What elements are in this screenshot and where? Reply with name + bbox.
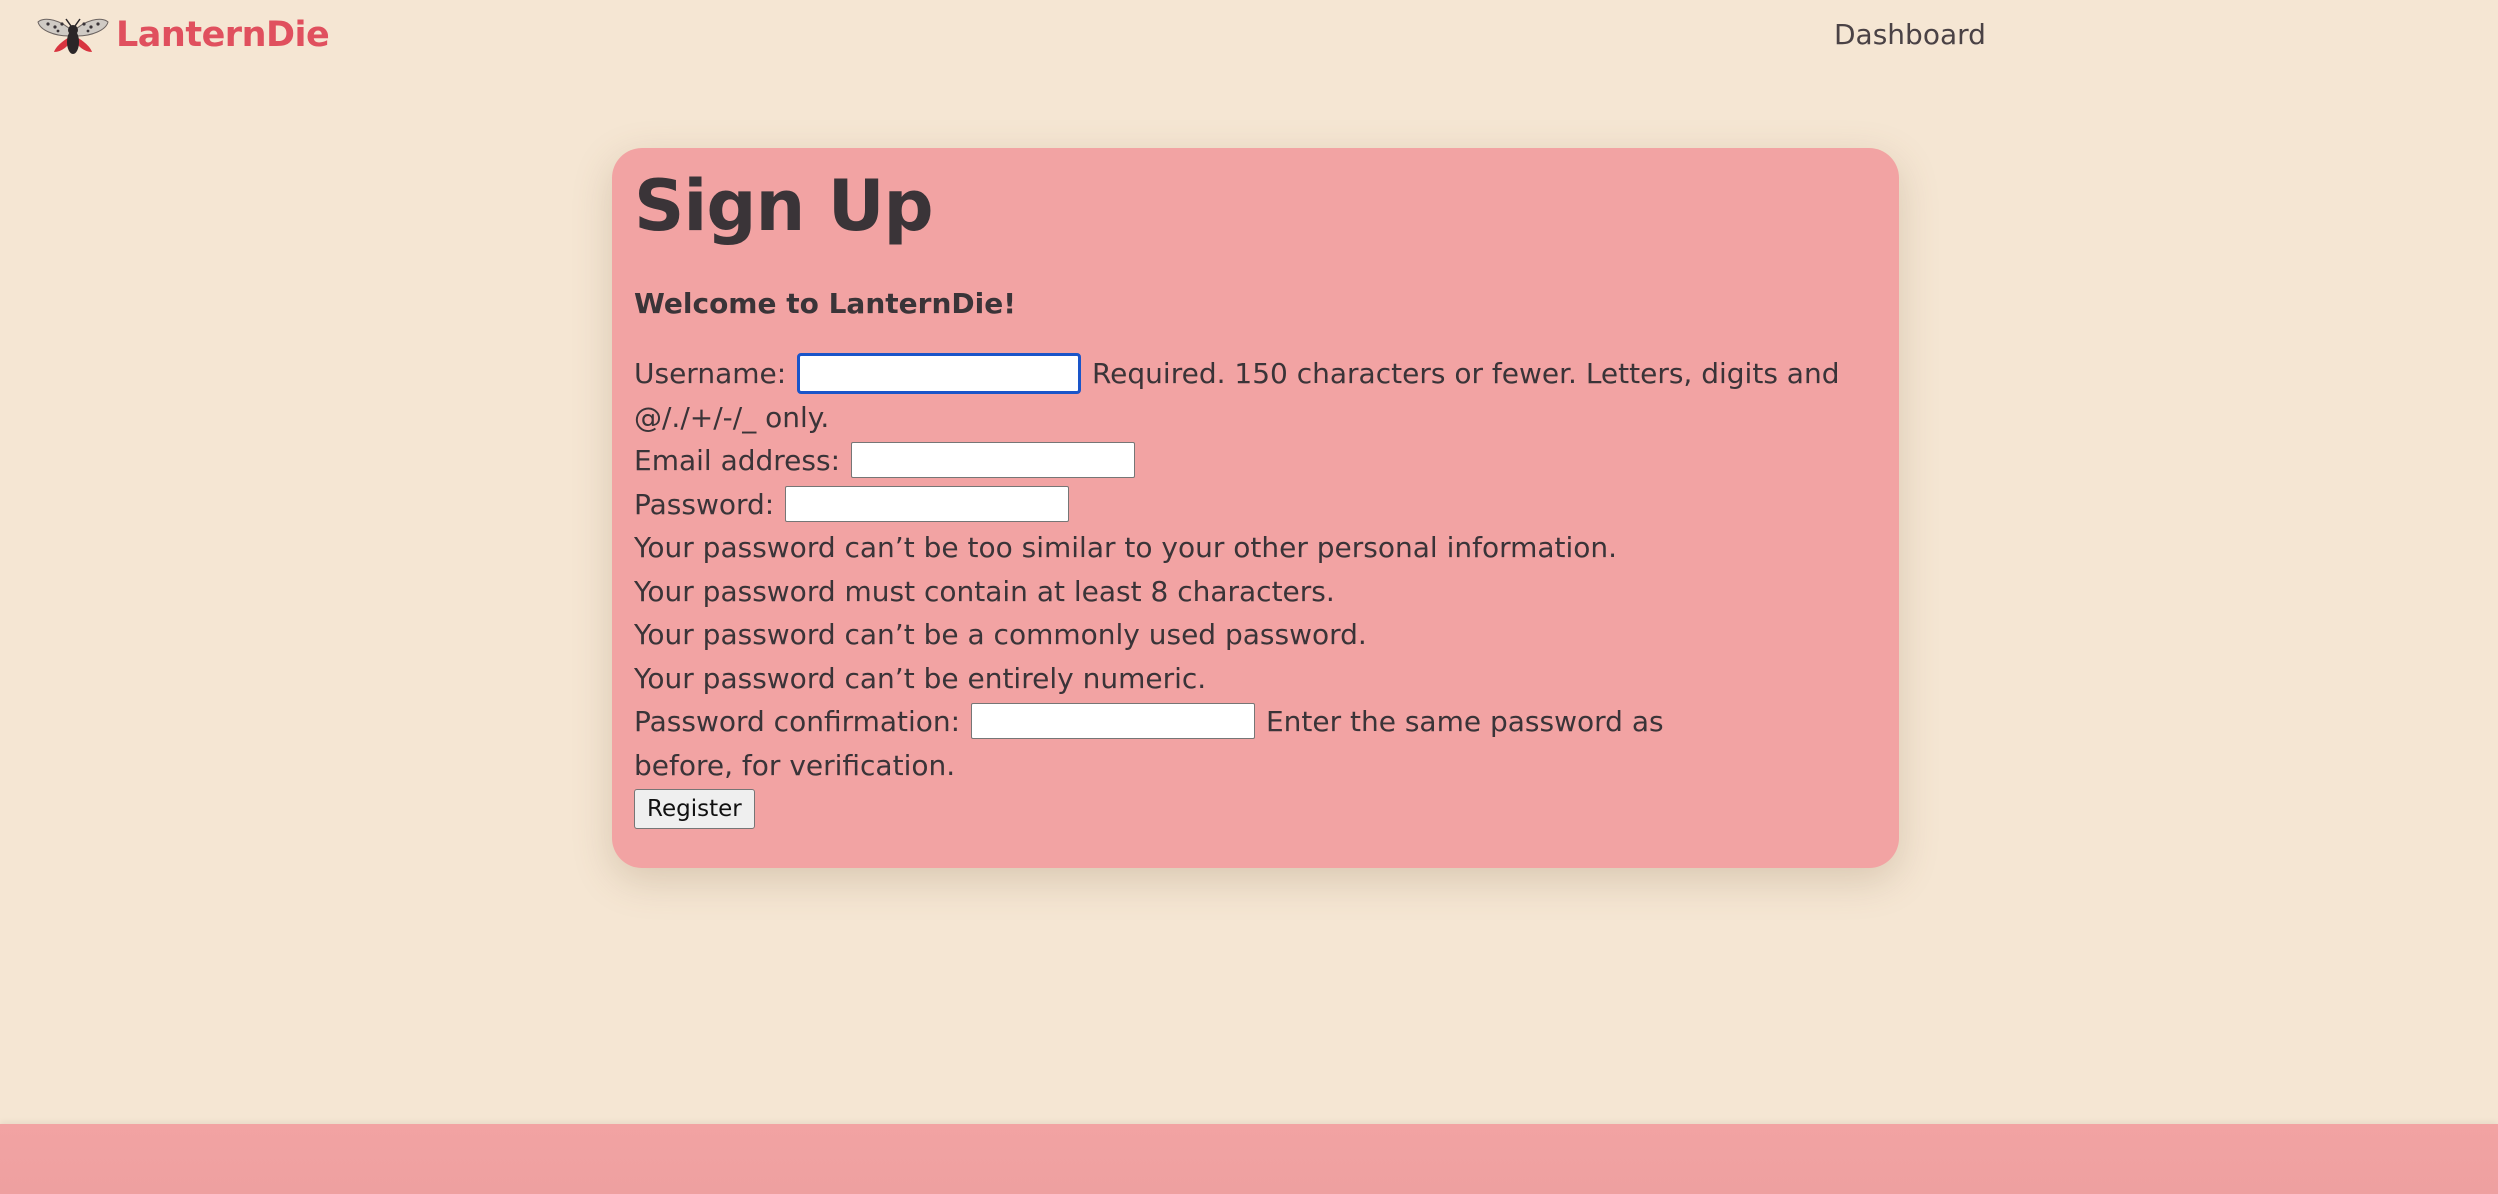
password-rule: Your password can’t be a commonly used p… xyxy=(634,618,1367,651)
signup-form: Username: Required. 150 characters or fe… xyxy=(634,352,1877,829)
email-row: Email address: xyxy=(634,439,1877,483)
nav-link-dashboard[interactable]: Dashboard xyxy=(1834,18,1986,51)
top-navbar: LanternDie Dashboard xyxy=(0,0,2498,72)
password-label: Password: xyxy=(634,487,775,521)
password-rule: Your password must contain at least 8 ch… xyxy=(634,574,1335,608)
password-input[interactable] xyxy=(785,485,1070,522)
password-rule: Your password can’t be too similar to yo… xyxy=(634,531,1618,564)
brand-name: LanternDie xyxy=(116,15,330,55)
spotted-lanternfly-icon xyxy=(37,18,109,54)
brand-link[interactable]: LanternDie xyxy=(36,12,330,58)
welcome-message: Welcome to LanternDie! xyxy=(634,287,1016,320)
email-input[interactable] xyxy=(850,442,1135,478)
username-label: Username: xyxy=(634,357,787,390)
signup-card: Sign Up Welcome to LanternDie! Username:… xyxy=(612,148,1899,868)
email-label: Email address: xyxy=(634,444,841,477)
password-rule: Your password can’t be entirely numeric. xyxy=(634,661,1207,695)
password-confirm-label: Password confirmation: xyxy=(634,705,961,738)
username-input[interactable] xyxy=(797,352,1082,394)
register-button[interactable]: Register xyxy=(634,789,755,829)
password-row: Password: xyxy=(634,483,1877,527)
page-footer xyxy=(0,1124,2498,1194)
page-title: Sign Up xyxy=(634,165,934,247)
password-confirm-input[interactable] xyxy=(971,703,1256,739)
password-confirm-row: Password confirmation: Enter the same pa… xyxy=(634,700,1754,787)
username-row: Username: Required. 150 characters or fe… xyxy=(634,352,1877,439)
